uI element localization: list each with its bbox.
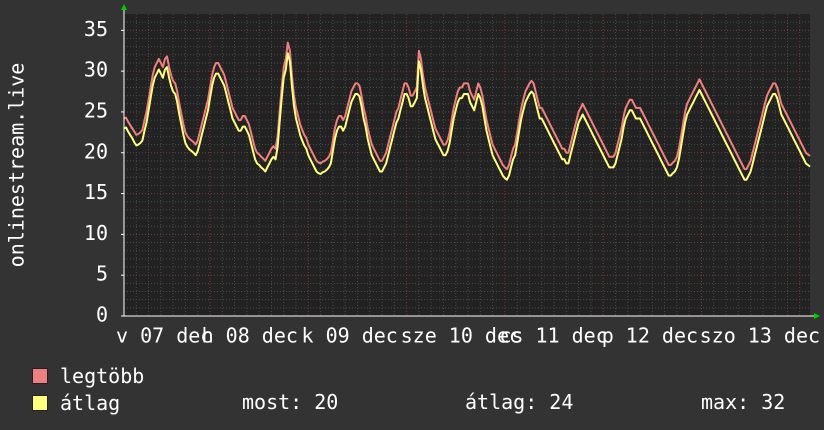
y-tick-labels: 0 5 10 15 20 25 30 35 (84, 17, 124, 327)
y-tick-label: 5 (96, 262, 108, 286)
legend-label-max: legtöbb (60, 364, 145, 388)
x-axis-arrow (814, 313, 820, 319)
stat-current-value: 20 (314, 390, 339, 414)
legend-item-max: legtöbb (32, 364, 144, 388)
x-tick-label: v 07 dec (116, 324, 212, 348)
x-tick-label: p 12 dec (602, 324, 698, 348)
stat-max-label: max: (701, 390, 750, 414)
x-tick-label: szo 13 dec (700, 324, 820, 348)
stat-current: most: 20 (242, 390, 338, 414)
x-tick-label: h 08 dec (202, 324, 298, 348)
stat-max-value: 32 (761, 390, 786, 414)
y-axis-arrow (121, 4, 127, 10)
y-tick-label: 15 (84, 180, 108, 204)
plot-area (124, 14, 810, 316)
stat-max: max: 32 (701, 390, 785, 414)
y-tick-label: 0 (96, 303, 108, 327)
y-tick-label: 20 (84, 139, 108, 163)
y-tick-label: 30 (84, 58, 108, 82)
stat-average-value: 24 (549, 390, 574, 414)
stat-average: átlag: 24 (465, 390, 573, 414)
x-tick-labels: v 07 dech 08 dec k 09 dec sze 10 deccs 11 … (116, 324, 820, 348)
y-tick-label: 35 (84, 17, 108, 41)
x-tick-label: cs 11 dec (499, 324, 607, 348)
x-tick-label: k 09 dec (302, 324, 398, 348)
y-tick-label: 10 (84, 221, 108, 245)
legend-swatch-max (32, 368, 48, 384)
stat-current-label: most: (242, 390, 303, 414)
y-axis-label: onlinestream.live (5, 63, 29, 268)
legend-label-avg: átlag (60, 391, 121, 415)
y-tick-label: 25 (84, 98, 108, 122)
legend-swatch-avg (32, 395, 48, 411)
stat-average-label: átlag: (465, 390, 538, 414)
legend-item-avg: átlag (32, 391, 120, 415)
